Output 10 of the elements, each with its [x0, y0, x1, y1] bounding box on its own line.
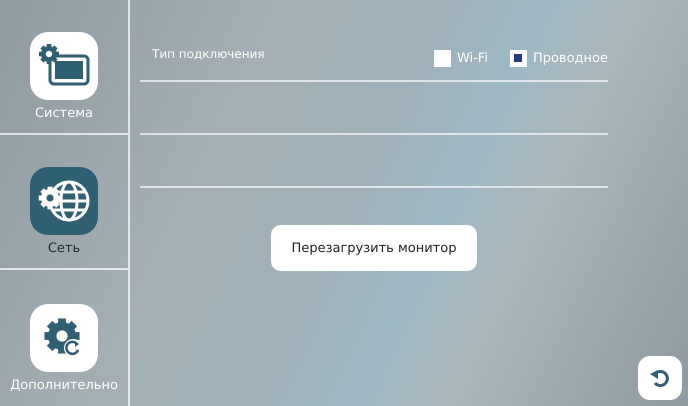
option-label: Проводное	[532, 50, 608, 66]
gear-globe-icon	[37, 178, 91, 224]
option-label: Wi-Fi	[456, 50, 488, 66]
undo-arrow-icon	[649, 368, 671, 388]
reboot-button[interactable]: Перезагрузить монитор	[271, 225, 477, 271]
radio-checkbox[interactable]	[510, 50, 527, 66]
sidebar-item[interactable]: Сеть	[0, 135, 128, 270]
connection-type-label: Тип подключения	[152, 47, 265, 61]
radio-checkbox[interactable]	[434, 50, 451, 66]
back-button[interactable]	[638, 356, 682, 400]
